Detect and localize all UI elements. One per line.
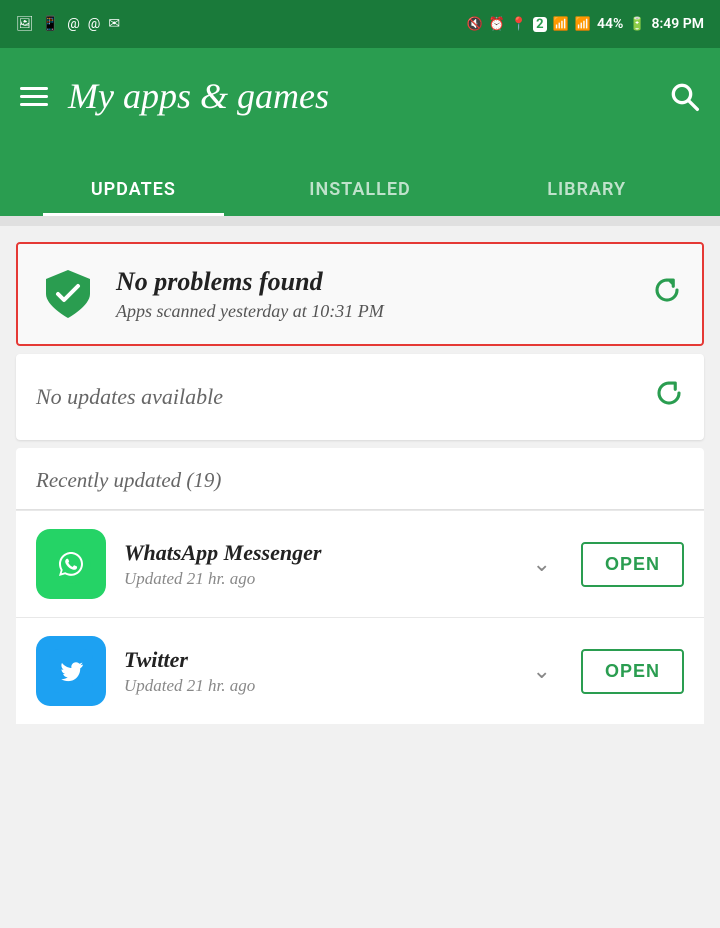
- tab-updates[interactable]: UPDATES: [20, 179, 247, 216]
- tab-bar: UPDATES INSTALLED LIBRARY: [0, 144, 720, 216]
- whatsapp-expand-icon[interactable]: ⌄: [533, 552, 551, 577]
- search-button[interactable]: [668, 80, 700, 112]
- no-updates-card: No updates available: [16, 354, 704, 440]
- whatsapp-name: WhatsApp Messenger: [124, 540, 515, 566]
- twitter-info: Twitter Updated 21 hr. ago: [124, 647, 515, 696]
- hamburger-menu[interactable]: [20, 87, 48, 106]
- at-icon: @: [67, 16, 80, 32]
- mail-icon: ✉: [108, 16, 120, 32]
- alarm-icon: ⏰: [489, 17, 505, 32]
- picture-icon: 🖼: [16, 16, 34, 32]
- status-bar: 🖼 📱 @ @ ✉ 🔇 ⏰ 📍 2 📶 📶 44% 🔋 8:49 PM: [0, 0, 720, 48]
- security-title: No problems found: [116, 267, 634, 297]
- signal-badge: 2: [533, 17, 546, 32]
- recently-updated-header: Recently updated (19): [16, 448, 704, 510]
- location-icon: 📍: [511, 17, 527, 32]
- app-item-whatsapp: WhatsApp Messenger Updated 21 hr. ago ⌄ …: [16, 510, 704, 617]
- twitter-open-button[interactable]: OPEN: [581, 649, 684, 694]
- battery-icon: 🔋: [629, 17, 645, 32]
- header-left: My apps & games: [20, 75, 329, 117]
- whatsapp-icon: [36, 529, 106, 599]
- app-header: My apps & games: [0, 48, 720, 144]
- shield-icon: [38, 264, 98, 324]
- updates-refresh-button[interactable]: [654, 378, 684, 416]
- twitter-expand-icon[interactable]: ⌄: [533, 659, 551, 684]
- tab-library[interactable]: LIBRARY: [473, 179, 700, 216]
- no-updates-text: No updates available: [36, 384, 223, 410]
- battery-percent: 44%: [597, 16, 623, 32]
- recently-updated-label: Recently updated (19): [36, 468, 221, 492]
- app-item-twitter: Twitter Updated 21 hr. ago ⌄ OPEN: [16, 617, 704, 724]
- security-refresh-button[interactable]: [652, 275, 682, 313]
- status-right: 🔇 ⏰ 📍 2 📶 📶 44% 🔋 8:49 PM: [467, 16, 704, 32]
- signal-bars: 📶: [553, 17, 569, 32]
- security-card: No problems found Apps scanned yesterday…: [16, 242, 704, 346]
- tab-installed[interactable]: INSTALLED: [247, 179, 474, 216]
- security-text: No problems found Apps scanned yesterday…: [116, 267, 634, 322]
- security-subtitle: Apps scanned yesterday at 10:31 PM: [116, 301, 634, 322]
- at2-icon: @: [88, 16, 101, 32]
- mute-icon: 🔇: [467, 17, 483, 32]
- twitter-updated: Updated 21 hr. ago: [124, 676, 515, 696]
- tablet-icon: 📱: [42, 16, 59, 32]
- twitter-name: Twitter: [124, 647, 515, 673]
- section-divider: [0, 216, 720, 226]
- page-title: My apps & games: [68, 75, 329, 117]
- clock-time: 8:49 PM: [651, 16, 704, 32]
- whatsapp-info: WhatsApp Messenger Updated 21 hr. ago: [124, 540, 515, 589]
- twitter-icon: [36, 636, 106, 706]
- whatsapp-updated: Updated 21 hr. ago: [124, 569, 515, 589]
- status-left-icons: 🖼 📱 @ @ ✉: [16, 16, 120, 32]
- whatsapp-open-button[interactable]: OPEN: [581, 542, 684, 587]
- lte-icon: 📶: [575, 17, 591, 32]
